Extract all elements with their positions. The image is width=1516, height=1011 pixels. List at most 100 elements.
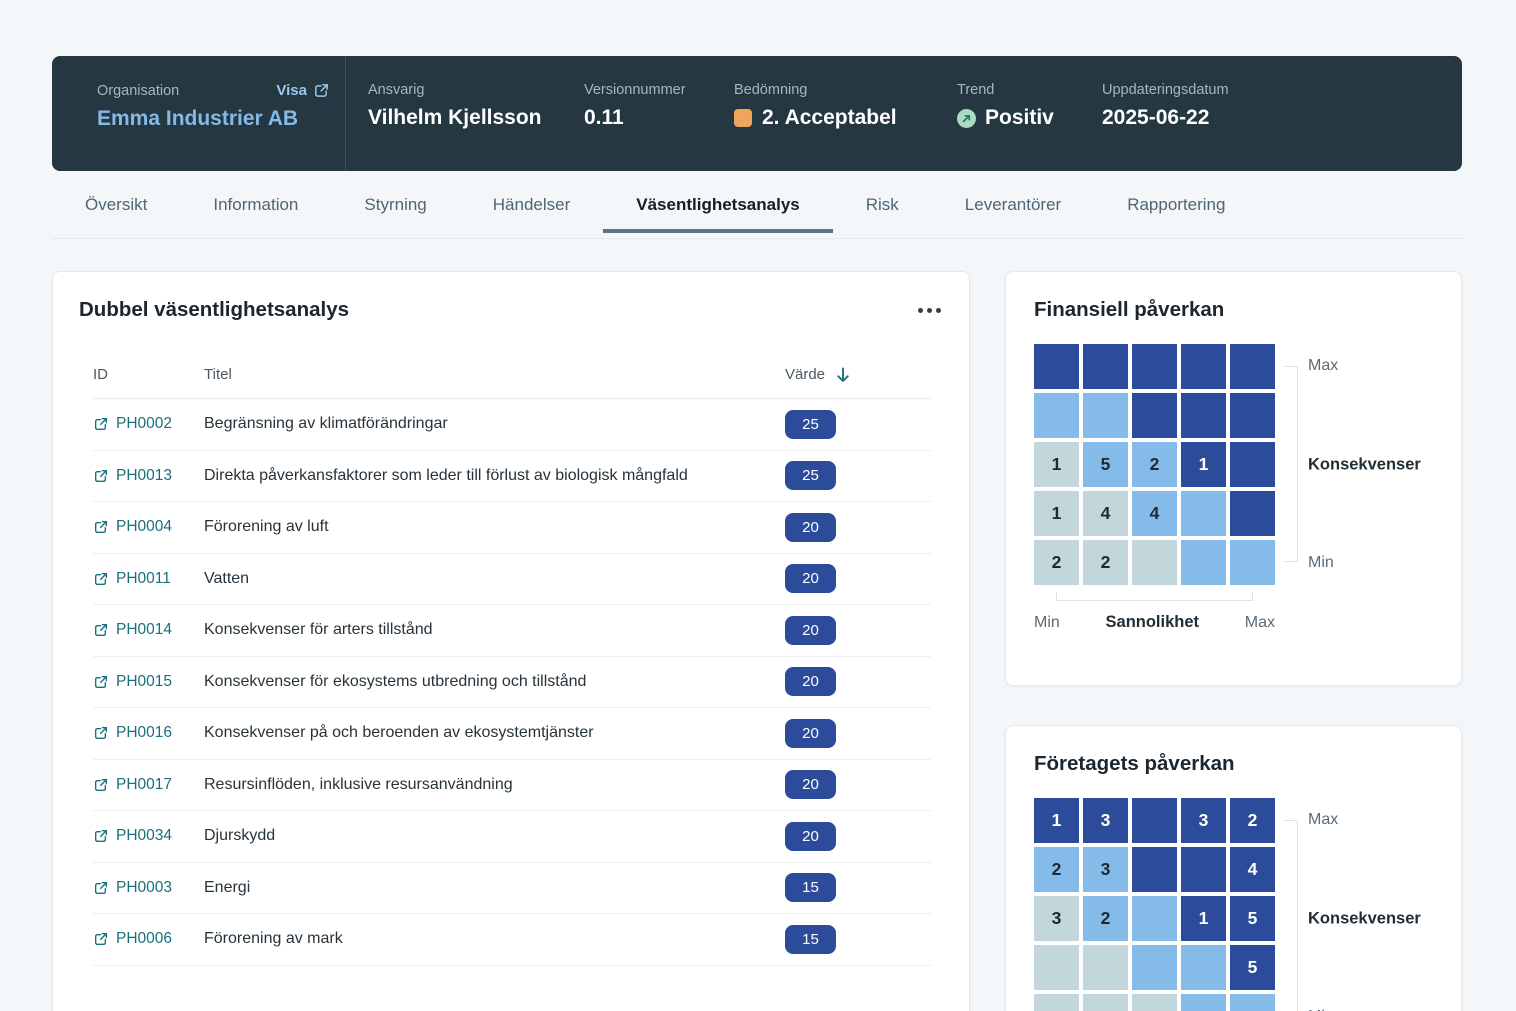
financial-panel-title: Finansiell påverkan [1034,298,1433,322]
heatmap-cell [1230,393,1275,438]
bedomning-label: Bedömning [734,82,957,98]
value-badge: 25 [785,461,836,490]
ansvarig-section: Ansvarig Vilhelm Kjellsson [346,56,584,171]
y-axis-bracket [1284,820,1298,1011]
card-menu-button[interactable] [916,302,943,319]
external-link-icon [93,468,109,484]
heatmap-cell [1181,491,1226,536]
row-title: Begränsning av klimatförändringar [204,415,785,433]
heatmap-cell: 1 [1181,896,1226,941]
heatmap-cell [1181,344,1226,389]
heatmap-cell [1132,896,1177,941]
tab-leverant-rer[interactable]: Leverantörer [932,171,1094,238]
right-column: Finansiell påverkan 152114422 Min Sannol… [1005,271,1462,1011]
uppdateringsdatum-value: 2025-06-22 [1102,106,1462,130]
y-axis-max-label: Max [1308,811,1338,829]
tab-h-ndelser[interactable]: Händelser [460,171,604,238]
tab--versikt[interactable]: Översikt [52,171,180,238]
value-badge: 15 [785,925,836,954]
heatmap-cell [1034,994,1079,1011]
table-row: PH0011Vatten20 [93,554,931,606]
external-link-icon [93,777,109,793]
heatmap-cell: 4 [1230,847,1275,892]
heatmap-cell [1132,945,1177,990]
row-title: Konsekvenser för arters tillstånd [204,621,785,639]
visa-link[interactable]: Visa [276,82,330,99]
value-badge: 20 [785,719,836,748]
heatmap-cell [1132,393,1177,438]
row-id-link[interactable]: PH0002 [93,415,204,433]
table-row: PH0034Djurskydd20 [93,811,931,863]
tab-v-sentlighetsanalys[interactable]: Väsentlighetsanalys [603,171,832,238]
row-id-link[interactable]: PH0006 [93,930,204,948]
summary-header: Organisation Visa Emma Industrier AB Ans… [52,56,1462,171]
row-id-link[interactable]: PH0014 [93,621,204,639]
organisation-label: Organisation [97,83,179,99]
row-title: Resursinflöden, inklusive resursanvändni… [204,776,785,794]
company-impact-panel: Företagets påverkan 133223432155 Min San… [1005,725,1462,1011]
value-badge: 20 [785,822,836,851]
heatmap-cell [1181,945,1226,990]
tab-risk[interactable]: Risk [833,171,932,238]
row-title: Förorening av luft [204,518,785,536]
external-link-icon [93,416,109,432]
external-link-icon [93,519,109,535]
ansvarig-value: Vilhelm Kjellsson [368,106,584,130]
column-header-value[interactable]: Värde [785,366,931,383]
row-title: Energi [204,879,785,897]
versionnummer-section: Versionnummer 0.11 [584,56,734,171]
external-link-icon [93,725,109,741]
value-badge: 20 [785,616,836,645]
row-id-link[interactable]: PH0034 [93,827,204,845]
row-id-link[interactable]: PH0011 [93,570,204,588]
row-title: Förorening av mark [204,930,785,948]
heatmap-cell [1132,847,1177,892]
heatmap-cell: 1 [1181,442,1226,487]
tab-information[interactable]: Information [180,171,331,238]
row-id-link[interactable]: PH0004 [93,518,204,536]
heatmap-cell [1230,344,1275,389]
x-axis-bracket [1056,592,1253,601]
table-row: PH0015Konsekvenser för ekosystems utbred… [93,657,931,709]
row-title: Konsekvenser på och beroenden av ekosyst… [204,724,785,742]
external-link-icon [93,828,109,844]
y-axis-title: Konsekvenser [1308,455,1421,474]
materiality-card-title: Dubbel väsentlighetsanalys [79,298,349,322]
y-axis-max-label: Max [1308,357,1338,375]
table-row: PH0017Resursinflöden, inklusive resursan… [93,760,931,812]
external-link-icon [93,880,109,896]
table-row: PH0004Förorening av luft20 [93,502,931,554]
heatmap-cell: 2 [1083,896,1128,941]
y-axis-min-label: Min [1308,554,1334,572]
heatmap-cell [1181,540,1226,585]
organisation-value[interactable]: Emma Industrier AB [97,107,330,131]
heatmap-cell [1230,442,1275,487]
row-id-link[interactable]: PH0015 [93,673,204,691]
heatmap-cell: 5 [1230,945,1275,990]
heatmap-cell [1132,994,1177,1011]
table-row: PH0016Konsekvenser på och beroenden av e… [93,708,931,760]
heatmap-cell: 3 [1083,847,1128,892]
column-header-id: ID [93,366,204,383]
heatmap-cell [1034,945,1079,990]
company-heatmap: 133223432155 [1034,798,1275,1011]
x-axis-min-label: Min [1034,614,1060,632]
versionnummer-value: 0.11 [584,106,734,130]
table-body: PH0002Begränsning av klimatförändringar2… [93,399,931,966]
financial-impact-panel: Finansiell påverkan 152114422 Min Sannol… [1005,271,1462,686]
tab-rapportering[interactable]: Rapportering [1094,171,1258,238]
y-axis-title: Konsekvenser [1308,909,1421,928]
organisation-section: Organisation Visa Emma Industrier AB [52,56,345,171]
row-id-link[interactable]: PH0017 [93,776,204,794]
value-badge: 25 [785,410,836,439]
external-link-icon [93,571,109,587]
column-header-title: Titel [204,366,785,383]
heatmap-cell: 5 [1230,896,1275,941]
row-id-link[interactable]: PH0003 [93,879,204,897]
tab-styrning[interactable]: Styrning [331,171,459,238]
row-id-link[interactable]: PH0013 [93,467,204,485]
heatmap-cell [1132,798,1177,843]
row-id-link[interactable]: PH0016 [93,724,204,742]
heatmap-cell: 4 [1083,491,1128,536]
table-row: PH0014Konsekvenser för arters tillstånd2… [93,605,931,657]
